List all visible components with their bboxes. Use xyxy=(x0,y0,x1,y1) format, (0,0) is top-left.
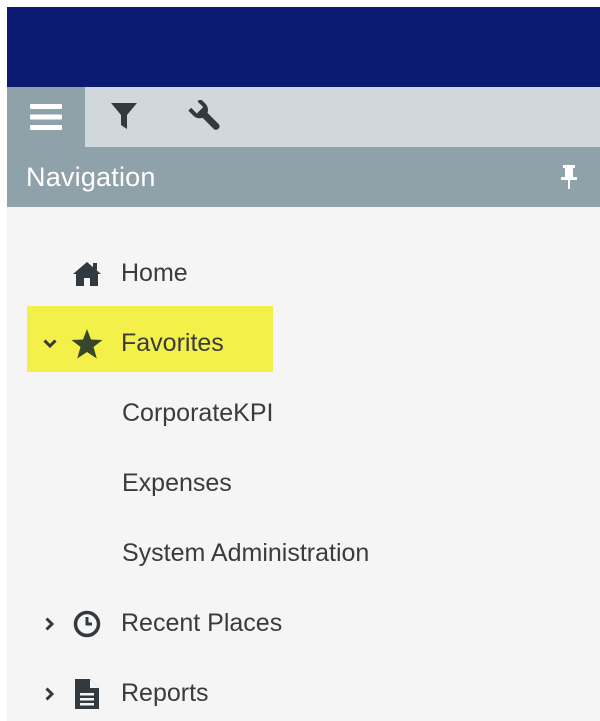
chevron-right-icon[interactable] xyxy=(40,684,60,704)
panel-header: Navigation xyxy=(7,147,600,207)
app-top-bar xyxy=(7,7,600,87)
nav-item-corporatekpi[interactable]: CorporateKPI xyxy=(7,382,600,446)
wrench-icon xyxy=(188,100,224,134)
clock-icon xyxy=(70,608,104,640)
tab-settings[interactable] xyxy=(167,87,245,147)
tab-filter[interactable] xyxy=(85,87,163,147)
nav-item-expenses[interactable]: Expenses xyxy=(7,452,600,516)
nav-item-label: Home xyxy=(121,259,188,287)
hamburger-menu-icon xyxy=(30,104,62,130)
navigation-tree: Home Favorites CorporateKPI Expenses Sys… xyxy=(7,207,600,721)
nav-item-label: CorporateKPI xyxy=(122,399,274,427)
nav-item-label: Reports xyxy=(121,679,209,707)
nav-item-label: Expenses xyxy=(122,469,232,497)
nav-item-recent-places[interactable]: Recent Places xyxy=(7,592,600,656)
nav-item-favorites[interactable]: Favorites xyxy=(7,312,600,376)
chevron-down-icon[interactable] xyxy=(40,334,60,354)
nav-item-label: Recent Places xyxy=(121,609,283,637)
nav-item-label: Favorites xyxy=(121,329,224,357)
nav-item-label: System Administration xyxy=(122,539,370,567)
pin-icon xyxy=(560,164,578,194)
document-icon xyxy=(70,678,104,710)
chevron-right-icon[interactable] xyxy=(40,614,60,634)
tab-navigation[interactable] xyxy=(7,87,85,147)
nav-item-system-administration[interactable]: System Administration xyxy=(7,522,600,586)
panel-title: Navigation xyxy=(26,162,156,192)
panel-toolbar xyxy=(7,87,600,147)
navigation-panel: Navigation Home Favorites CorporateKPI E… xyxy=(7,7,600,721)
star-icon xyxy=(70,328,104,360)
filter-icon xyxy=(111,103,137,131)
pin-button[interactable] xyxy=(557,164,581,194)
home-icon xyxy=(70,258,104,290)
nav-item-home[interactable]: Home xyxy=(7,242,600,306)
nav-item-reports[interactable]: Reports xyxy=(7,662,600,721)
